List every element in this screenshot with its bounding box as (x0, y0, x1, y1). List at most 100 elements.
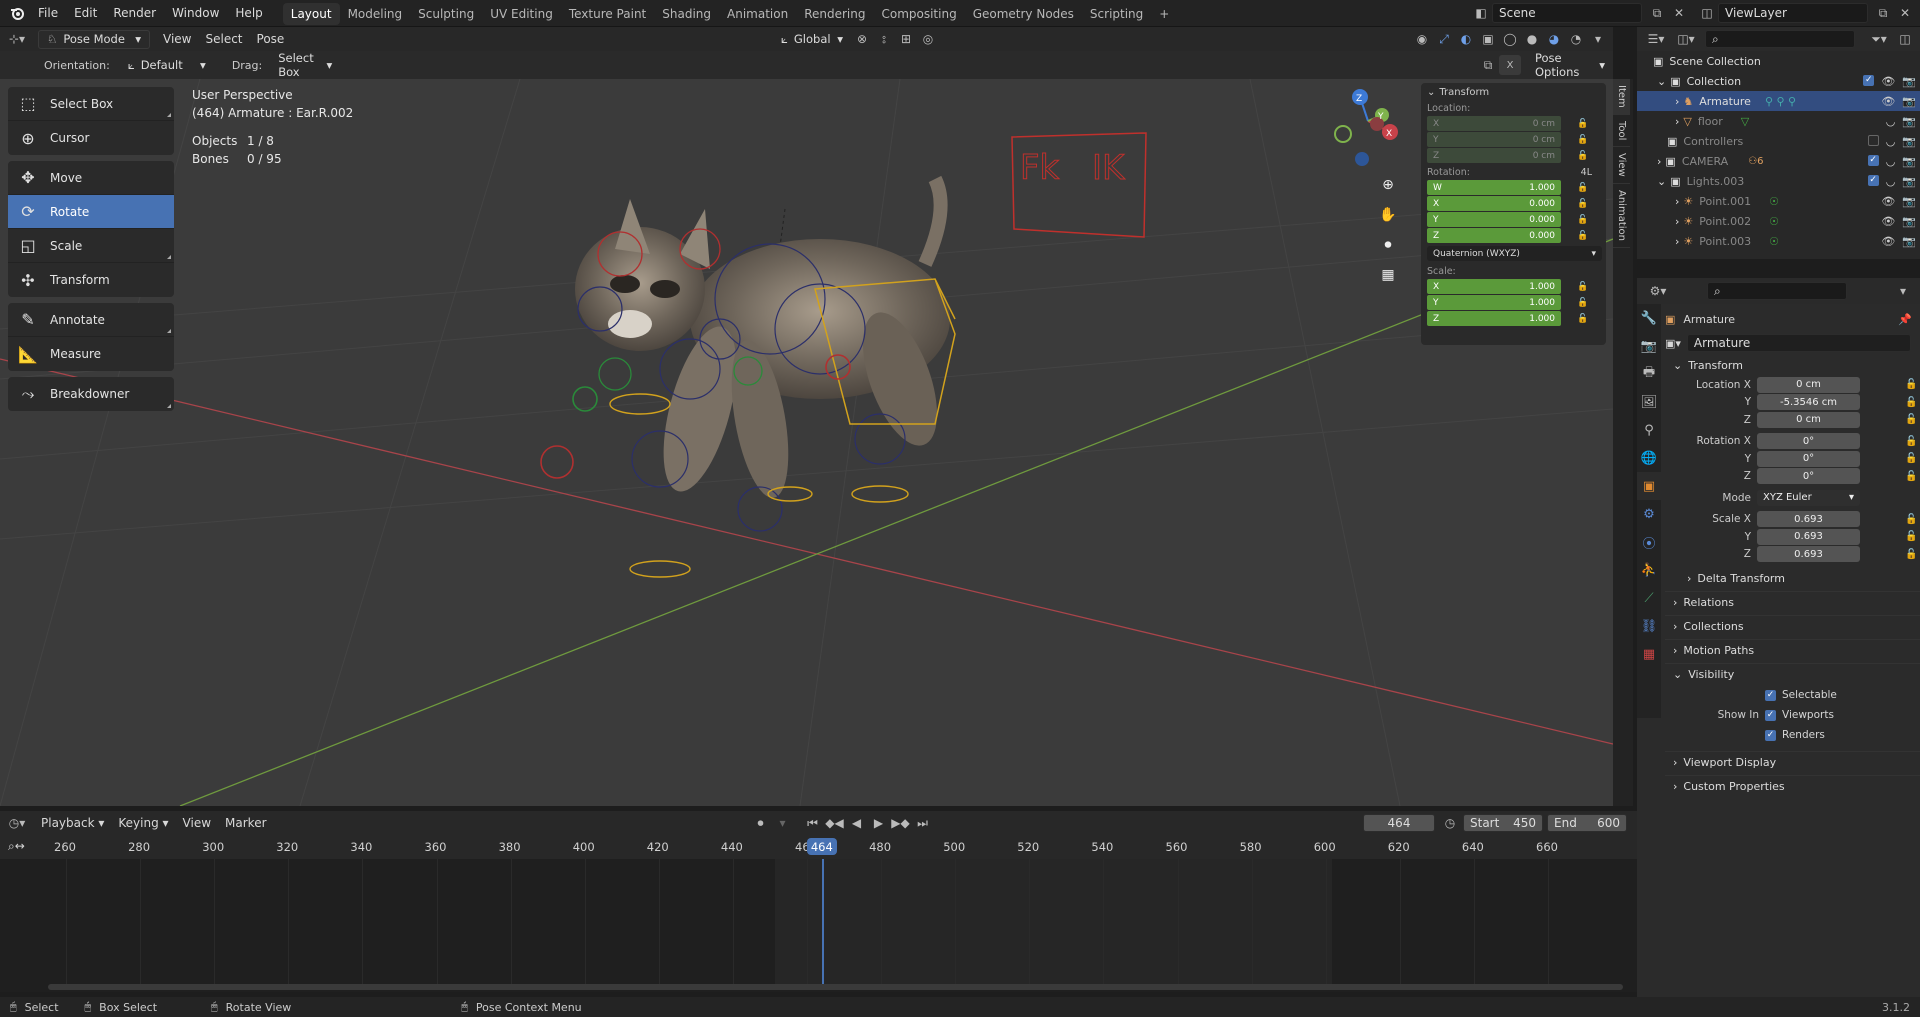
constraints-tab-icon[interactable]: ⛓ (1637, 612, 1661, 640)
view-layer-tab-icon[interactable]: 🖼 (1637, 388, 1661, 416)
outliner-row-lights[interactable]: ⌄ ▣ Lights.003 ✓ ◡ 📷 (1637, 171, 1920, 191)
chevron-down-icon[interactable]: ⌄ (1657, 75, 1666, 88)
modifier-tab-icon[interactable]: ⚙ (1637, 500, 1661, 528)
outliner-row-point-003[interactable]: › ☀ Point.003 ☉ 👁 📷 (1637, 231, 1920, 251)
visibility-icon[interactable]: ◉ (1411, 29, 1433, 49)
object-data-tab-icon[interactable]: ⟋ (1637, 584, 1661, 612)
texture-tab-icon[interactable]: ▦ (1637, 640, 1661, 668)
lock-icon[interactable]: 🔓 (1577, 151, 1588, 161)
eye-closed-icon[interactable]: ◡ (1886, 155, 1896, 168)
lock-icon[interactable]: 🔓 (1905, 549, 1917, 560)
world-tab-icon[interactable]: 🌐 (1637, 444, 1661, 472)
workspace-tab-uv-editing[interactable]: UV Editing (482, 3, 561, 25)
transform-section-header[interactable]: ⌄ Transform (1665, 354, 1920, 376)
workspace-tab-modeling[interactable]: Modeling (340, 3, 411, 25)
timeline-body[interactable] (0, 859, 1637, 992)
lock-icon[interactable]: 🔓 (1577, 282, 1588, 292)
visibility-section[interactable]: ⌄ Visibility (1665, 663, 1920, 685)
properties-search-input[interactable]: ⌕ (1707, 282, 1847, 300)
timeline-editor-type-icon[interactable]: ◷▾ (0, 813, 34, 833)
particles-tab-icon[interactable]: ⦿ (1637, 528, 1661, 556)
location-z-field[interactable]: 0 cm (1757, 411, 1860, 428)
workspace-tab-texture-paint[interactable]: Texture Paint (561, 3, 654, 25)
timeline-menu-marker[interactable]: Marker (218, 816, 273, 830)
render-tab-icon[interactable]: 📷 (1637, 332, 1661, 360)
camera-view-icon[interactable]: ⏺ (1376, 233, 1400, 257)
camera-render-icon[interactable]: 📷 (1902, 75, 1916, 88)
camera-render-icon[interactable]: 📷 (1902, 155, 1916, 168)
scale-x-field[interactable]: X 1.000 🔓 (1427, 279, 1588, 294)
ortho-toggle-icon[interactable]: ▦ (1376, 263, 1400, 287)
eye-icon[interactable]: 👁 (1881, 235, 1895, 248)
zoom-search-icon[interactable]: ⌕↔ (8, 839, 25, 854)
workspace-tab-rendering[interactable]: Rendering (796, 3, 873, 25)
outliner-row-armature[interactable]: › ♞ Armature ⚲ ⚲ ⚲ 👁 📷 (1637, 91, 1920, 111)
xray-icon[interactable]: ▣ (1477, 29, 1499, 49)
editor-type-icon[interactable]: ⊹▾ (0, 29, 34, 49)
current-frame-field[interactable]: 464 (1363, 814, 1435, 832)
chevron-right-icon[interactable]: › (1675, 195, 1679, 208)
lock-icon[interactable]: 🔓 (1577, 183, 1588, 193)
selectable-checkbox[interactable]: ✓ (1765, 689, 1776, 701)
blender-logo-icon[interactable] (0, 0, 30, 27)
camera-render-icon[interactable]: 📷 (1902, 235, 1916, 248)
camera-render-icon[interactable]: 📷 (1902, 95, 1916, 108)
lock-icon[interactable]: 🔓 (1905, 453, 1917, 464)
scene-selector[interactable]: Scene (1492, 3, 1642, 23)
tool-move[interactable]: ✥ Move (8, 161, 174, 195)
lock-icon[interactable]: 🔓 (1905, 531, 1917, 542)
keying-options-icon[interactable]: ▾ (772, 813, 794, 833)
outliner-row-camera[interactable]: › ▣ CAMERA ⚇6 ✓ ◡ 📷 (1637, 151, 1920, 171)
jump-start-icon[interactable]: ⏮ (802, 813, 824, 833)
rotation-mode-dropdown[interactable]: Quaternion (WXYZ) ▾ (1427, 246, 1602, 261)
scale-y-field[interactable]: Y 1.000 🔓 (1427, 295, 1588, 310)
tool-cursor[interactable]: ⊕ Cursor (8, 121, 174, 155)
physics-tab-icon[interactable]: ⛹ (1637, 556, 1661, 584)
viewport-display-section[interactable]: › Viewport Display (1665, 751, 1920, 773)
play-icon[interactable]: ▶ (868, 813, 890, 833)
properties-editor-type-icon[interactable]: ⚙▾ (1643, 281, 1673, 301)
add-workspace-icon[interactable]: + (1151, 3, 1177, 25)
overlay-icon[interactable]: ◐ (1455, 29, 1477, 49)
orientation-dropdown[interactable]: ⟀ Default ▾ (119, 55, 214, 75)
object-name-field[interactable]: Armature (1686, 334, 1911, 352)
outliner-search-input[interactable]: ⌕ (1705, 30, 1855, 48)
prev-keyframe-icon[interactable]: ◆◀ (824, 813, 846, 833)
rotation-mode-dropdown[interactable]: XYZ Euler ▾ (1757, 489, 1860, 506)
relations-section[interactable]: › Relations (1665, 591, 1920, 613)
lock-icon[interactable]: 🔓 (1905, 397, 1917, 408)
outliner-editor-type-icon[interactable]: ☰▾ (1641, 29, 1671, 49)
lock-icon[interactable]: 🔓 (1577, 199, 1588, 209)
menu-help[interactable]: Help (227, 0, 270, 27)
transform-orientation-dropdown[interactable]: ⟀ Global ▾ (773, 29, 851, 49)
location-y-field[interactable]: Y 0 cm 🔓 (1427, 132, 1588, 147)
tool-scale[interactable]: ◱ Scale (8, 229, 174, 263)
outliner-row-floor[interactable]: › ▽ floor ▽ ◡ 📷 (1637, 111, 1920, 131)
end-frame-field[interactable]: End 600 (1547, 814, 1627, 832)
viewport-menu-view[interactable]: View (156, 32, 198, 46)
pose-options-dropdown[interactable]: Pose Options ▾ (1527, 51, 1613, 79)
shading-options-icon[interactable]: ▾ (1587, 29, 1609, 49)
view-layer-selector[interactable]: ViewLayer (1718, 3, 1868, 23)
delete-view-layer-icon[interactable]: ✕ (1894, 3, 1916, 23)
workspace-tab-layout[interactable]: Layout (282, 3, 340, 25)
sidebar-tab-tool[interactable]: Tool (1613, 115, 1630, 148)
workspace-tab-geometry-nodes[interactable]: Geometry Nodes (965, 3, 1082, 25)
outliner-row-point-002[interactable]: › ☀ Point.002 ☉ 👁 📷 (1637, 211, 1920, 231)
sidebar-tab-item[interactable]: Item (1613, 79, 1630, 115)
chevron-right-icon[interactable]: › (1675, 215, 1679, 228)
shading-solid-icon[interactable]: ● (1521, 29, 1543, 49)
exclude-checkbox[interactable]: ✓ (1867, 174, 1879, 186)
filter-icon[interactable]: ⏷▾ (1864, 29, 1894, 49)
rotation-4l-toggle[interactable]: 4L (1581, 167, 1592, 178)
jump-end-icon[interactable]: ⏭ (912, 813, 934, 833)
lock-icon[interactable]: 🔓 (1905, 514, 1917, 525)
zoom-icon[interactable]: ⊕ (1376, 173, 1400, 197)
mode-dropdown[interactable]: ♘ Pose Mode ▾ (38, 29, 150, 49)
custom-properties-section[interactable]: › Custom Properties (1665, 775, 1920, 797)
location-x-field[interactable]: X 0 cm 🔓 (1427, 116, 1588, 131)
delete-scene-icon[interactable]: ✕ (1668, 3, 1690, 23)
chevron-right-icon[interactable]: › (1675, 95, 1679, 108)
exclude-checkbox[interactable] (1867, 134, 1879, 146)
outliner-row-point-001[interactable]: › ☀ Point.001 ☉ 👁 📷 (1637, 191, 1920, 211)
